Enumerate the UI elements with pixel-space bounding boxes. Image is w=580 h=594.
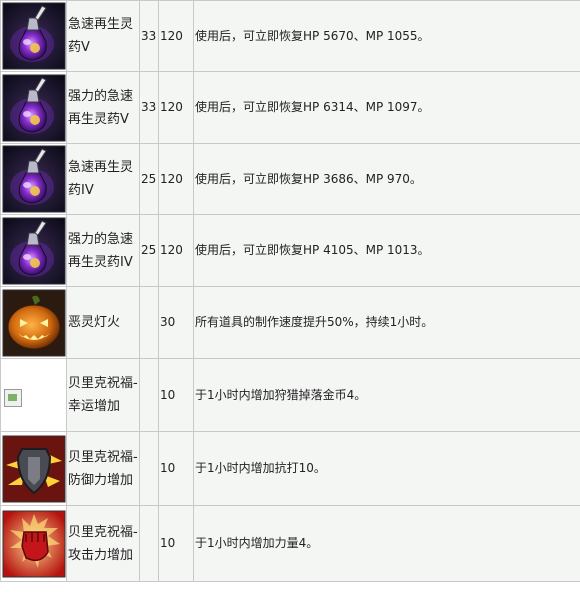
item-name: 急速再生灵药IV: [66, 143, 140, 215]
item-name: 贝里克祝福- 防御力增加: [66, 431, 140, 506]
item-duration: 10: [158, 505, 194, 582]
item-duration: 120: [158, 71, 194, 144]
purple-potion-icon: [2, 145, 66, 213]
item-name: 贝里克祝福- 攻击力增加: [66, 505, 140, 582]
item-description: 使用后，可立即恢复HP 4105、MP 1013。: [193, 214, 580, 287]
item-row: 恶灵灯火 30 所有道具的制作速度提升50%，持续1小时。: [0, 286, 580, 359]
item-name: 急速再生灵药V: [66, 0, 140, 72]
item-duration: 10: [158, 431, 194, 506]
item-name: 贝里克祝福- 幸运增加: [66, 358, 140, 432]
jack-o-lantern-icon: [2, 289, 66, 357]
item-description: 使用后，可立即恢复HP 3686、MP 970。: [193, 143, 580, 215]
item-row: 贝里克祝福- 幸运增加 10 于1小时内增加狩猎掉落金币4。: [0, 358, 580, 432]
item-icon-cell: [0, 358, 67, 432]
purple-potion-icon: [2, 2, 66, 70]
item-icon-cell: [0, 0, 67, 72]
item-icon-cell: [0, 71, 67, 144]
item-description: 于1小时内增加抗打10。: [193, 431, 580, 506]
item-name: 恶灵灯火: [66, 286, 140, 359]
purple-potion-icon: [2, 217, 66, 285]
item-row: 贝里克祝福- 攻击力增加 10 于1小时内增加力量4。: [0, 505, 580, 582]
item-description: 于1小时内增加力量4。: [193, 505, 580, 582]
item-level: [139, 358, 159, 432]
purple-potion-icon: [2, 74, 66, 142]
item-icon-cell: [0, 214, 67, 287]
item-duration: 30: [158, 286, 194, 359]
item-duration: 120: [158, 143, 194, 215]
shield-buff-icon: [2, 435, 66, 503]
item-description: 于1小时内增加狩猎掉落金币4。: [193, 358, 580, 432]
fist-buff-icon: [2, 510, 66, 578]
item-row: 急速再生灵药IV 25 120 使用后，可立即恢复HP 3686、MP 970。: [0, 143, 580, 215]
item-level: [139, 505, 159, 582]
item-row: 强力的急速再生灵药IV 25 120 使用后，可立即恢复HP 4105、MP 1013…: [0, 214, 580, 287]
item-icon-cell: [0, 431, 67, 506]
item-icon-cell: [0, 286, 67, 359]
items-table: 急速再生灵药V 33 120 使用后，可立即恢复HP 5670、MP 1055。 强力…: [0, 0, 580, 582]
item-description: 使用后，可立即恢复HP 5670、MP 1055。: [193, 0, 580, 72]
item-level: 33: [139, 0, 159, 72]
item-duration: 10: [158, 358, 194, 432]
item-duration: 120: [158, 0, 194, 72]
item-row: 贝里克祝福- 防御力增加 10 于1小时内增加抗打10。: [0, 431, 580, 506]
item-description: 所有道具的制作速度提升50%，持续1小时。: [193, 286, 580, 359]
item-icon-cell: [0, 505, 67, 582]
item-level: 33: [139, 71, 159, 144]
items-table-body: 急速再生灵药V 33 120 使用后，可立即恢复HP 5670、MP 1055。 强力…: [0, 0, 580, 582]
item-row: 强力的急速再生灵药V 33 120 使用后，可立即恢复HP 6314、MP 1097。: [0, 71, 580, 144]
broken-image-icon: [2, 361, 66, 429]
item-duration: 120: [158, 214, 194, 287]
item-level: [139, 286, 159, 359]
item-level: 25: [139, 143, 159, 215]
item-description: 使用后，可立即恢复HP 6314、MP 1097。: [193, 71, 580, 144]
item-row: 急速再生灵药V 33 120 使用后，可立即恢复HP 5670、MP 1055。: [0, 0, 580, 72]
item-level: 25: [139, 214, 159, 287]
item-level: [139, 431, 159, 506]
item-icon-cell: [0, 143, 67, 215]
item-name: 强力的急速再生灵药V: [66, 71, 140, 144]
item-name: 强力的急速再生灵药IV: [66, 214, 140, 287]
